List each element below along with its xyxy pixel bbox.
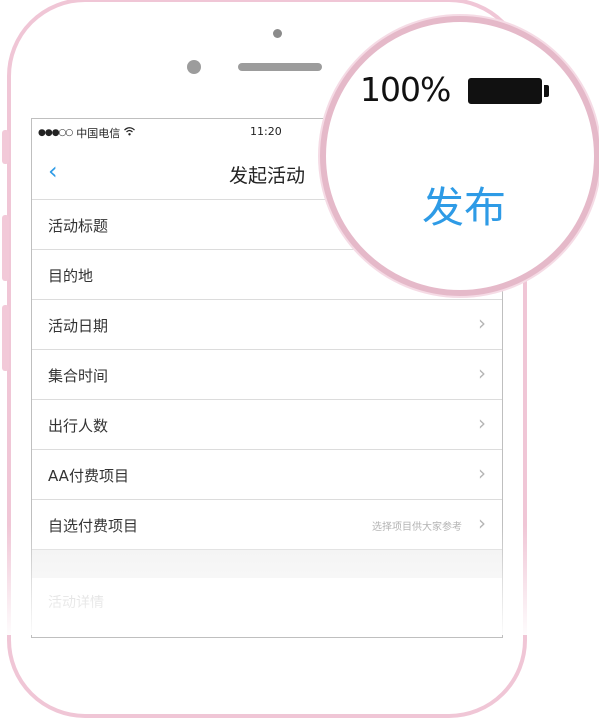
form-row[interactable]: 活动日期 › [32, 300, 502, 350]
publish-button[interactable]: 发布 [422, 174, 506, 235]
form-row[interactable]: 集合时间 › [32, 350, 502, 400]
volume-up-button [2, 215, 9, 281]
front-camera [187, 60, 201, 74]
proximity-sensor [273, 29, 282, 38]
form-row-label: 集合时间 [48, 367, 109, 385]
form-row-label: 目的地 [48, 267, 94, 285]
form-row[interactable]: 自选付费项目 选择项目供大家参考 › [32, 500, 502, 550]
status-time: 11:20 [250, 125, 282, 138]
carrier-info: ●●●○○ 中国电信 [38, 125, 136, 141]
signal-strength-icon: ●●●○○ [38, 128, 73, 138]
chevron-right-icon: › [478, 461, 486, 485]
activity-detail-placeholder: 活动详情 [48, 595, 104, 611]
earpiece-speaker [238, 63, 322, 71]
battery-cap [544, 85, 549, 97]
carrier-name: 中国电信 [76, 127, 121, 140]
activity-detail-field[interactable]: 活动详情 [32, 578, 502, 628]
battery-percent: 100% [360, 70, 451, 109]
magnifier-callout: 100% 发布 [320, 16, 599, 296]
battery-full-icon [468, 78, 542, 104]
mute-switch [2, 130, 9, 164]
chevron-right-icon: › [478, 311, 486, 335]
wifi-icon [124, 127, 136, 139]
form-row-label: AA付费项目 [48, 467, 129, 485]
form-row[interactable]: 出行人数 › [32, 400, 502, 450]
volume-down-button [2, 305, 9, 371]
chevron-right-icon: › [478, 361, 486, 385]
form-row-label: 出行人数 [48, 417, 109, 435]
form-row-label: 活动日期 [48, 317, 109, 335]
chevron-right-icon: › [478, 511, 486, 535]
form-row-label: 自选付费项目 [48, 517, 139, 535]
form-row-label: 活动标题 [48, 217, 109, 235]
form-row-hint: 选择项目供大家参考 [372, 522, 462, 533]
chevron-right-icon: › [478, 411, 486, 435]
section-divider [32, 550, 502, 578]
form-row[interactable]: AA付费项目 › [32, 450, 502, 500]
